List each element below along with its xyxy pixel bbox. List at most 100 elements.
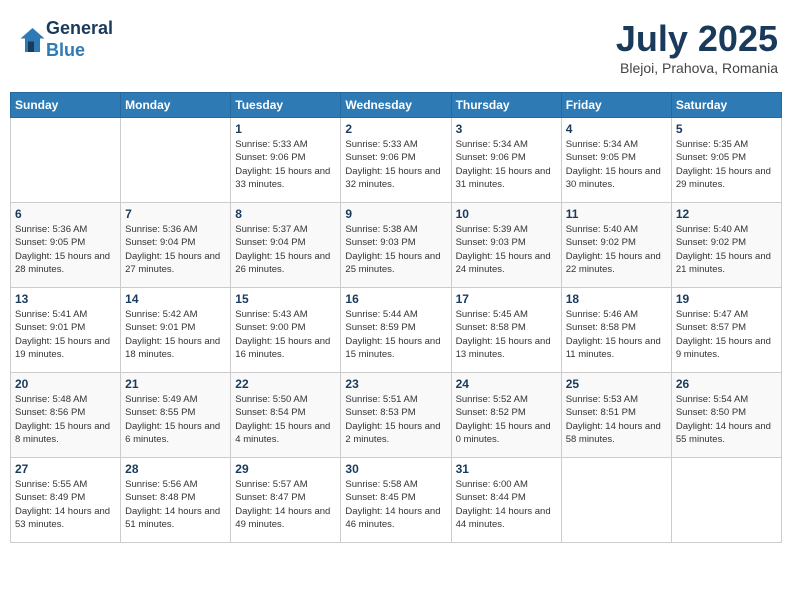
day-detail: Sunrise: 6:00 AMSunset: 8:44 PMDaylight:… <box>456 478 557 531</box>
calendar-day-cell: 14 Sunrise: 5:42 AMSunset: 9:01 PMDaylig… <box>121 288 231 373</box>
day-number: 1 <box>235 122 336 136</box>
calendar-day-cell <box>121 118 231 203</box>
day-detail: Sunrise: 5:33 AMSunset: 9:06 PMDaylight:… <box>235 138 336 191</box>
day-detail: Sunrise: 5:46 AMSunset: 8:58 PMDaylight:… <box>566 308 667 361</box>
day-detail: Sunrise: 5:37 AMSunset: 9:04 PMDaylight:… <box>235 223 336 276</box>
day-number: 9 <box>345 207 446 221</box>
calendar-day-cell: 12 Sunrise: 5:40 AMSunset: 9:02 PMDaylig… <box>671 203 781 288</box>
day-detail: Sunrise: 5:38 AMSunset: 9:03 PMDaylight:… <box>345 223 446 276</box>
day-detail: Sunrise: 5:41 AMSunset: 9:01 PMDaylight:… <box>15 308 116 361</box>
day-number: 5 <box>676 122 777 136</box>
calendar-week-row: 27 Sunrise: 5:55 AMSunset: 8:49 PMDaylig… <box>11 458 782 543</box>
day-detail: Sunrise: 5:45 AMSunset: 8:58 PMDaylight:… <box>456 308 557 361</box>
calendar-day-cell: 24 Sunrise: 5:52 AMSunset: 8:52 PMDaylig… <box>451 373 561 458</box>
calendar-day-cell: 3 Sunrise: 5:34 AMSunset: 9:06 PMDayligh… <box>451 118 561 203</box>
day-number: 24 <box>456 377 557 391</box>
calendar-day-cell: 9 Sunrise: 5:38 AMSunset: 9:03 PMDayligh… <box>341 203 451 288</box>
calendar-day-cell: 27 Sunrise: 5:55 AMSunset: 8:49 PMDaylig… <box>11 458 121 543</box>
day-number: 21 <box>125 377 226 391</box>
day-number: 22 <box>235 377 336 391</box>
weekday-header: Friday <box>561 93 671 118</box>
day-detail: Sunrise: 5:33 AMSunset: 9:06 PMDaylight:… <box>345 138 446 191</box>
calendar-day-cell: 30 Sunrise: 5:58 AMSunset: 8:45 PMDaylig… <box>341 458 451 543</box>
calendar-day-cell: 19 Sunrise: 5:47 AMSunset: 8:57 PMDaylig… <box>671 288 781 373</box>
day-number: 30 <box>345 462 446 476</box>
day-detail: Sunrise: 5:39 AMSunset: 9:03 PMDaylight:… <box>456 223 557 276</box>
day-number: 10 <box>456 207 557 221</box>
calendar-day-cell: 26 Sunrise: 5:54 AMSunset: 8:50 PMDaylig… <box>671 373 781 458</box>
day-detail: Sunrise: 5:40 AMSunset: 9:02 PMDaylight:… <box>566 223 667 276</box>
day-number: 8 <box>235 207 336 221</box>
day-number: 2 <box>345 122 446 136</box>
day-number: 13 <box>15 292 116 306</box>
weekday-header: Sunday <box>11 93 121 118</box>
weekday-header: Thursday <box>451 93 561 118</box>
calendar-day-cell: 1 Sunrise: 5:33 AMSunset: 9:06 PMDayligh… <box>231 118 341 203</box>
logo-icon <box>16 25 46 55</box>
day-number: 6 <box>15 207 116 221</box>
day-detail: Sunrise: 5:44 AMSunset: 8:59 PMDaylight:… <box>345 308 446 361</box>
day-detail: Sunrise: 5:34 AMSunset: 9:06 PMDaylight:… <box>456 138 557 191</box>
day-detail: Sunrise: 5:43 AMSunset: 9:00 PMDaylight:… <box>235 308 336 361</box>
weekday-header: Wednesday <box>341 93 451 118</box>
day-number: 28 <box>125 462 226 476</box>
day-number: 7 <box>125 207 226 221</box>
day-detail: Sunrise: 5:56 AMSunset: 8:48 PMDaylight:… <box>125 478 226 531</box>
day-detail: Sunrise: 5:35 AMSunset: 9:05 PMDaylight:… <box>676 138 777 191</box>
calendar-day-cell <box>561 458 671 543</box>
day-number: 20 <box>15 377 116 391</box>
logo: GeneralBlue <box>14 18 113 61</box>
weekday-header-row: SundayMondayTuesdayWednesdayThursdayFrid… <box>11 93 782 118</box>
day-detail: Sunrise: 5:50 AMSunset: 8:54 PMDaylight:… <box>235 393 336 446</box>
calendar-day-cell: 23 Sunrise: 5:51 AMSunset: 8:53 PMDaylig… <box>341 373 451 458</box>
calendar-day-cell: 31 Sunrise: 6:00 AMSunset: 8:44 PMDaylig… <box>451 458 561 543</box>
month-title: July 2025 <box>616 18 778 60</box>
weekday-header: Tuesday <box>231 93 341 118</box>
calendar-day-cell: 2 Sunrise: 5:33 AMSunset: 9:06 PMDayligh… <box>341 118 451 203</box>
calendar-day-cell: 29 Sunrise: 5:57 AMSunset: 8:47 PMDaylig… <box>231 458 341 543</box>
day-number: 27 <box>15 462 116 476</box>
calendar-day-cell: 8 Sunrise: 5:37 AMSunset: 9:04 PMDayligh… <box>231 203 341 288</box>
calendar-day-cell: 13 Sunrise: 5:41 AMSunset: 9:01 PMDaylig… <box>11 288 121 373</box>
calendar-day-cell: 5 Sunrise: 5:35 AMSunset: 9:05 PMDayligh… <box>671 118 781 203</box>
day-number: 18 <box>566 292 667 306</box>
calendar-day-cell: 16 Sunrise: 5:44 AMSunset: 8:59 PMDaylig… <box>341 288 451 373</box>
day-detail: Sunrise: 5:55 AMSunset: 8:49 PMDaylight:… <box>15 478 116 531</box>
day-detail: Sunrise: 5:52 AMSunset: 8:52 PMDaylight:… <box>456 393 557 446</box>
calendar-day-cell: 7 Sunrise: 5:36 AMSunset: 9:04 PMDayligh… <box>121 203 231 288</box>
calendar-day-cell: 6 Sunrise: 5:36 AMSunset: 9:05 PMDayligh… <box>11 203 121 288</box>
day-detail: Sunrise: 5:40 AMSunset: 9:02 PMDaylight:… <box>676 223 777 276</box>
day-detail: Sunrise: 5:49 AMSunset: 8:55 PMDaylight:… <box>125 393 226 446</box>
day-detail: Sunrise: 5:53 AMSunset: 8:51 PMDaylight:… <box>566 393 667 446</box>
calendar-day-cell: 21 Sunrise: 5:49 AMSunset: 8:55 PMDaylig… <box>121 373 231 458</box>
calendar-day-cell <box>671 458 781 543</box>
calendar-day-cell: 17 Sunrise: 5:45 AMSunset: 8:58 PMDaylig… <box>451 288 561 373</box>
calendar-week-row: 13 Sunrise: 5:41 AMSunset: 9:01 PMDaylig… <box>11 288 782 373</box>
calendar-day-cell: 22 Sunrise: 5:50 AMSunset: 8:54 PMDaylig… <box>231 373 341 458</box>
calendar-week-row: 6 Sunrise: 5:36 AMSunset: 9:05 PMDayligh… <box>11 203 782 288</box>
day-number: 26 <box>676 377 777 391</box>
calendar-day-cell: 18 Sunrise: 5:46 AMSunset: 8:58 PMDaylig… <box>561 288 671 373</box>
location-subtitle: Blejoi, Prahova, Romania <box>616 60 778 76</box>
day-detail: Sunrise: 5:58 AMSunset: 8:45 PMDaylight:… <box>345 478 446 531</box>
day-number: 19 <box>676 292 777 306</box>
day-detail: Sunrise: 5:57 AMSunset: 8:47 PMDaylight:… <box>235 478 336 531</box>
day-number: 12 <box>676 207 777 221</box>
day-detail: Sunrise: 5:42 AMSunset: 9:01 PMDaylight:… <box>125 308 226 361</box>
calendar-day-cell: 28 Sunrise: 5:56 AMSunset: 8:48 PMDaylig… <box>121 458 231 543</box>
day-number: 11 <box>566 207 667 221</box>
day-detail: Sunrise: 5:51 AMSunset: 8:53 PMDaylight:… <box>345 393 446 446</box>
day-number: 15 <box>235 292 336 306</box>
day-detail: Sunrise: 5:36 AMSunset: 9:05 PMDaylight:… <box>15 223 116 276</box>
day-detail: Sunrise: 5:47 AMSunset: 8:57 PMDaylight:… <box>676 308 777 361</box>
day-number: 4 <box>566 122 667 136</box>
day-detail: Sunrise: 5:34 AMSunset: 9:05 PMDaylight:… <box>566 138 667 191</box>
calendar-day-cell: 10 Sunrise: 5:39 AMSunset: 9:03 PMDaylig… <box>451 203 561 288</box>
calendar-day-cell: 4 Sunrise: 5:34 AMSunset: 9:05 PMDayligh… <box>561 118 671 203</box>
day-number: 17 <box>456 292 557 306</box>
calendar-week-row: 1 Sunrise: 5:33 AMSunset: 9:06 PMDayligh… <box>11 118 782 203</box>
day-number: 23 <box>345 377 446 391</box>
calendar-day-cell: 20 Sunrise: 5:48 AMSunset: 8:56 PMDaylig… <box>11 373 121 458</box>
weekday-header: Monday <box>121 93 231 118</box>
day-number: 14 <box>125 292 226 306</box>
